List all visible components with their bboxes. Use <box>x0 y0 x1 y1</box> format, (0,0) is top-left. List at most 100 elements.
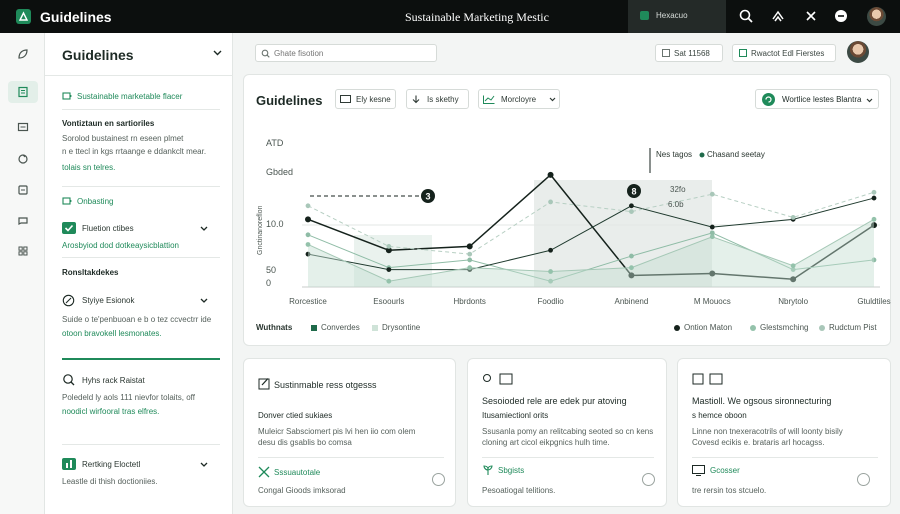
rail-documents[interactable] <box>8 81 38 103</box>
sidebar-title: Guidelines <box>62 47 134 63</box>
card-body: cloning art cicol eikpgnics hulh time. <box>482 438 610 447</box>
section-text: n e ttecl in kgs rrtaange e ddankclt mea… <box>62 147 207 156</box>
data-point <box>548 247 553 253</box>
section-text: Leastle di thish doctioniies. <box>62 477 158 486</box>
bar-chart-icon[interactable] <box>62 458 76 470</box>
link-icon <box>483 373 513 385</box>
card-body: Muleicr Sabsciomert pis lvi hen iio com … <box>258 427 416 436</box>
x-tick-label: M Mouocs <box>694 297 731 306</box>
sidebar-item-styiye[interactable]: Styiye Esionok <box>82 296 134 305</box>
rail-box[interactable] <box>8 179 38 201</box>
legend-label: Drysontine <box>382 323 421 332</box>
x-tick-label: Rorcestice <box>289 297 327 306</box>
info-card-1[interactable]: Sustinmable ress otgesss Donver ctied su… <box>243 358 456 507</box>
sprout-icon <box>483 465 493 475</box>
search-field[interactable] <box>255 44 437 62</box>
recycle-icon <box>18 154 28 164</box>
workspace-switcher[interactable]: Hexacuo <box>628 0 726 33</box>
icon-rail <box>0 33 45 514</box>
card-title: Sesoioded rele are edek pur atoving <box>482 396 627 406</box>
link-icon[interactable] <box>432 473 445 486</box>
user-avatar[interactable] <box>867 7 886 26</box>
sidebar-item-sub: Arosbyiod dod dotkeaysicblattion <box>62 241 179 250</box>
save-icon <box>692 373 723 385</box>
battery-icon <box>62 92 72 100</box>
filter-pill-label: Rwactot Edl Fierstes <box>751 49 825 58</box>
divider <box>45 75 233 76</box>
card-subtitle: Donver ctied sukiaes <box>258 411 333 420</box>
leaf-logo-icon[interactable] <box>16 9 31 24</box>
y-tick-label: ATD <box>266 138 284 148</box>
filter-pill-1[interactable]: Sat 11568 <box>655 44 723 62</box>
section-link[interactable]: otoon bravokell lesmonates. <box>62 329 162 338</box>
search-input[interactable] <box>274 47 432 59</box>
section-link[interactable]: tolais sn telres. <box>62 163 115 172</box>
data-point <box>305 232 311 238</box>
annotation-dot <box>699 152 705 158</box>
chevron-down-icon[interactable] <box>200 226 208 231</box>
recycle-icon[interactable] <box>770 8 786 24</box>
data-point <box>547 171 554 178</box>
rail-leaf[interactable] <box>8 43 38 65</box>
data-point <box>305 242 311 247</box>
section-link[interactable]: noodicl wirfooral tras elfres. <box>62 407 159 416</box>
sidebar-item-rertking[interactable]: Rertking Eloctetl <box>82 460 140 469</box>
divider <box>62 109 220 110</box>
chevron-down-icon[interactable] <box>200 462 208 467</box>
data-point <box>305 203 311 209</box>
app-title: Guidelines <box>40 9 112 25</box>
legend-swatch <box>819 325 825 331</box>
search-icon <box>261 49 270 58</box>
card-link[interactable]: Gcosser <box>710 466 740 475</box>
sidebar-item-sustainable[interactable]: Sustainable marketable flacer <box>77 92 182 101</box>
grid-icon <box>662 49 670 57</box>
sidebar-item-onbasting[interactable]: Onbasting <box>77 197 113 206</box>
sidebar-item-hyhs[interactable]: Hyhs rack Raistat <box>82 376 145 385</box>
data-point <box>709 234 715 240</box>
card-title: Sustinmable ress otgesss <box>274 380 377 390</box>
y-tick-label: 50 <box>266 265 276 275</box>
info-card-3[interactable]: Mastioll. We ogsous sironnecturing s hem… <box>677 358 891 507</box>
profile-avatar[interactable] <box>847 41 869 63</box>
link-icon[interactable] <box>857 473 870 486</box>
filter-pill-label: Sat 11568 <box>674 49 710 58</box>
data-point <box>386 278 392 284</box>
card-link[interactable]: Sbgists <box>498 466 524 475</box>
data-point <box>466 243 473 250</box>
link-icon[interactable] <box>642 473 655 486</box>
y-tick-label: 0 <box>266 278 271 288</box>
chevron-down-icon[interactable] <box>213 50 222 56</box>
sidebar-item-fluetion[interactable]: Fluetion ctibes <box>82 224 134 233</box>
filter-pill-2[interactable]: Rwactot Edl Fierstes <box>732 44 836 62</box>
card-footnote: tre rersin tos stcuelo. <box>692 486 767 495</box>
leaf-icon <box>18 49 28 59</box>
card-link[interactable]: Sssuautotale <box>274 468 320 477</box>
rail-mail[interactable] <box>8 116 38 138</box>
legend-label: Ontion Maton <box>684 323 733 332</box>
compass-icon <box>62 294 75 307</box>
data-point <box>467 265 473 271</box>
monitor-icon <box>692 465 705 476</box>
section-title: Ronsltakdekes <box>62 268 119 277</box>
chevron-down-icon[interactable] <box>200 298 208 303</box>
x-tick-label: Hbrdonts <box>453 297 485 306</box>
legend-label: Rudctum Pist <box>829 323 877 332</box>
mail-icon <box>17 122 29 132</box>
x-tick-label: Foodlio <box>537 297 564 306</box>
rail-chat[interactable] <box>8 210 38 232</box>
bell-icon[interactable] <box>803 8 819 24</box>
legend-swatch <box>750 325 756 331</box>
rail-grid[interactable] <box>8 240 38 262</box>
data-point <box>790 263 796 269</box>
card-body: Linne non tnexeracotrils of will loonty … <box>692 427 843 436</box>
annotation-label: Nes tagos <box>656 150 692 159</box>
divider <box>258 457 444 458</box>
minus-circle-icon[interactable] <box>833 8 849 24</box>
info-card-2[interactable]: Sesoioded rele are edek pur atoving Itus… <box>467 358 667 507</box>
search-icon[interactable] <box>738 8 754 24</box>
checkbox-icon[interactable] <box>62 222 76 234</box>
card-body: Covesd ecikis e. brataris arl hocagss. <box>692 438 825 447</box>
y-tick-label: Gbded <box>266 167 293 177</box>
rail-recycle[interactable] <box>8 148 38 170</box>
window-title: Sustainable Marketing Mestic <box>405 10 549 24</box>
